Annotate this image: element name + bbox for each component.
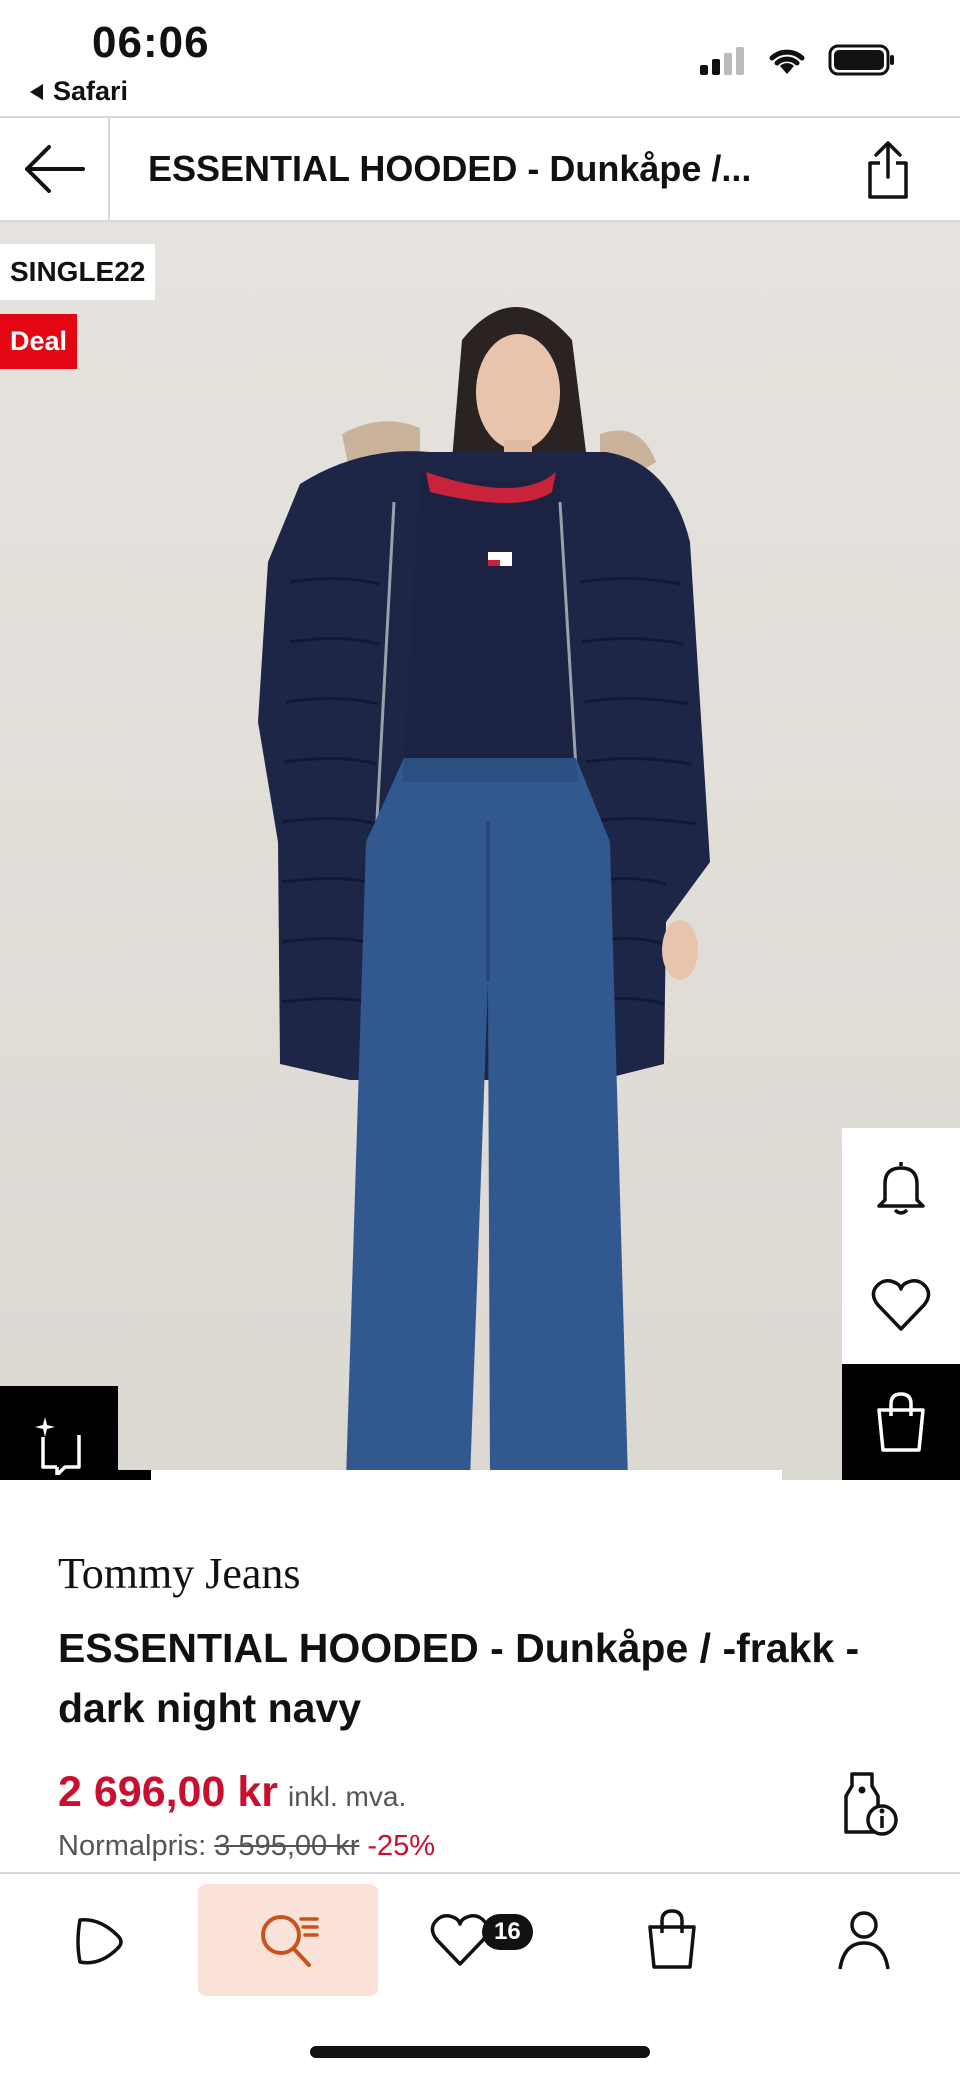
wifi-icon bbox=[769, 49, 805, 74]
shopping-bag-icon bbox=[877, 1392, 925, 1452]
nav-home[interactable] bbox=[8, 1884, 188, 1996]
product-image-carousel[interactable]: SINGLE22 Deal bbox=[0, 222, 960, 1480]
arrow-left-icon bbox=[25, 145, 85, 193]
notify-button[interactable] bbox=[842, 1128, 960, 1246]
deal-badge: Deal bbox=[0, 314, 78, 369]
price-tag-info-icon[interactable] bbox=[838, 1770, 902, 1838]
nav-bag[interactable] bbox=[582, 1884, 762, 1996]
normal-price: 3 595,00 kr bbox=[214, 1830, 360, 1862]
wishlist-icon bbox=[430, 1914, 490, 1966]
profile-icon bbox=[838, 1911, 890, 1970]
clock: 06:06 bbox=[92, 18, 210, 67]
search-icon bbox=[261, 1915, 319, 1967]
normal-price-label: Normalpris: bbox=[58, 1830, 207, 1862]
wishlist-button[interactable] bbox=[842, 1246, 960, 1364]
brand-name[interactable]: Tommy Jeans bbox=[58, 1548, 301, 1599]
sale-price: 2 696,00 kr bbox=[58, 1768, 278, 1816]
signal-icon bbox=[700, 47, 744, 75]
nav-search[interactable] bbox=[198, 1884, 378, 1996]
battery-icon bbox=[828, 44, 894, 76]
promo-code-badge: SINGLE22 bbox=[0, 244, 156, 300]
nav-profile[interactable] bbox=[774, 1884, 954, 1996]
share-icon bbox=[868, 141, 908, 199]
back-triangle-icon bbox=[30, 83, 43, 100]
status-bar: 06:06 Safari bbox=[0, 0, 960, 116]
normal-price-row: Normalpris: 3 595,00 kr -25% bbox=[58, 1830, 435, 1863]
share-button[interactable] bbox=[856, 136, 920, 204]
home-indicator bbox=[310, 2046, 650, 2058]
carousel-progress-fill bbox=[118, 1470, 152, 1480]
bell-icon bbox=[877, 1162, 925, 1215]
price-row: 2 696,00 kr inkl. mva. bbox=[58, 1768, 406, 1817]
product-info: Tommy Jeans ESSENTIAL HOODED - Dunkåpe /… bbox=[0, 1480, 960, 1872]
bag-icon bbox=[648, 1909, 696, 1969]
model-photo bbox=[258, 307, 710, 1480]
page-title: ESSENTIAL HOODED - Dunkåpe /... bbox=[148, 148, 752, 189]
system-icons bbox=[698, 44, 896, 76]
nav-wishlist[interactable]: 16 bbox=[390, 1884, 570, 1996]
back-button[interactable] bbox=[0, 118, 110, 220]
product-header: ESSENTIAL HOODED - Dunkåpe /... bbox=[0, 116, 960, 222]
back-to-safari[interactable]: Safari bbox=[30, 76, 128, 107]
vat-note: inkl. mva. bbox=[287, 1781, 407, 1812]
home-icon bbox=[76, 1918, 123, 1965]
heart-icon bbox=[871, 1279, 931, 1331]
bottom-navigation: 16 bbox=[0, 1872, 960, 2078]
back-app-label: Safari bbox=[53, 76, 129, 106]
wishlist-count-badge: 16 bbox=[482, 1914, 533, 1950]
add-to-bag-button[interactable] bbox=[842, 1364, 960, 1480]
carousel-progress bbox=[118, 1470, 782, 1480]
product-name: ESSENTIAL HOODED - Dunkåpe / -frakk - da… bbox=[58, 1625, 860, 1731]
image-side-actions bbox=[842, 1128, 960, 1480]
sparkle-frame-icon bbox=[35, 1417, 81, 1475]
discount-percent: -25% bbox=[367, 1830, 436, 1862]
